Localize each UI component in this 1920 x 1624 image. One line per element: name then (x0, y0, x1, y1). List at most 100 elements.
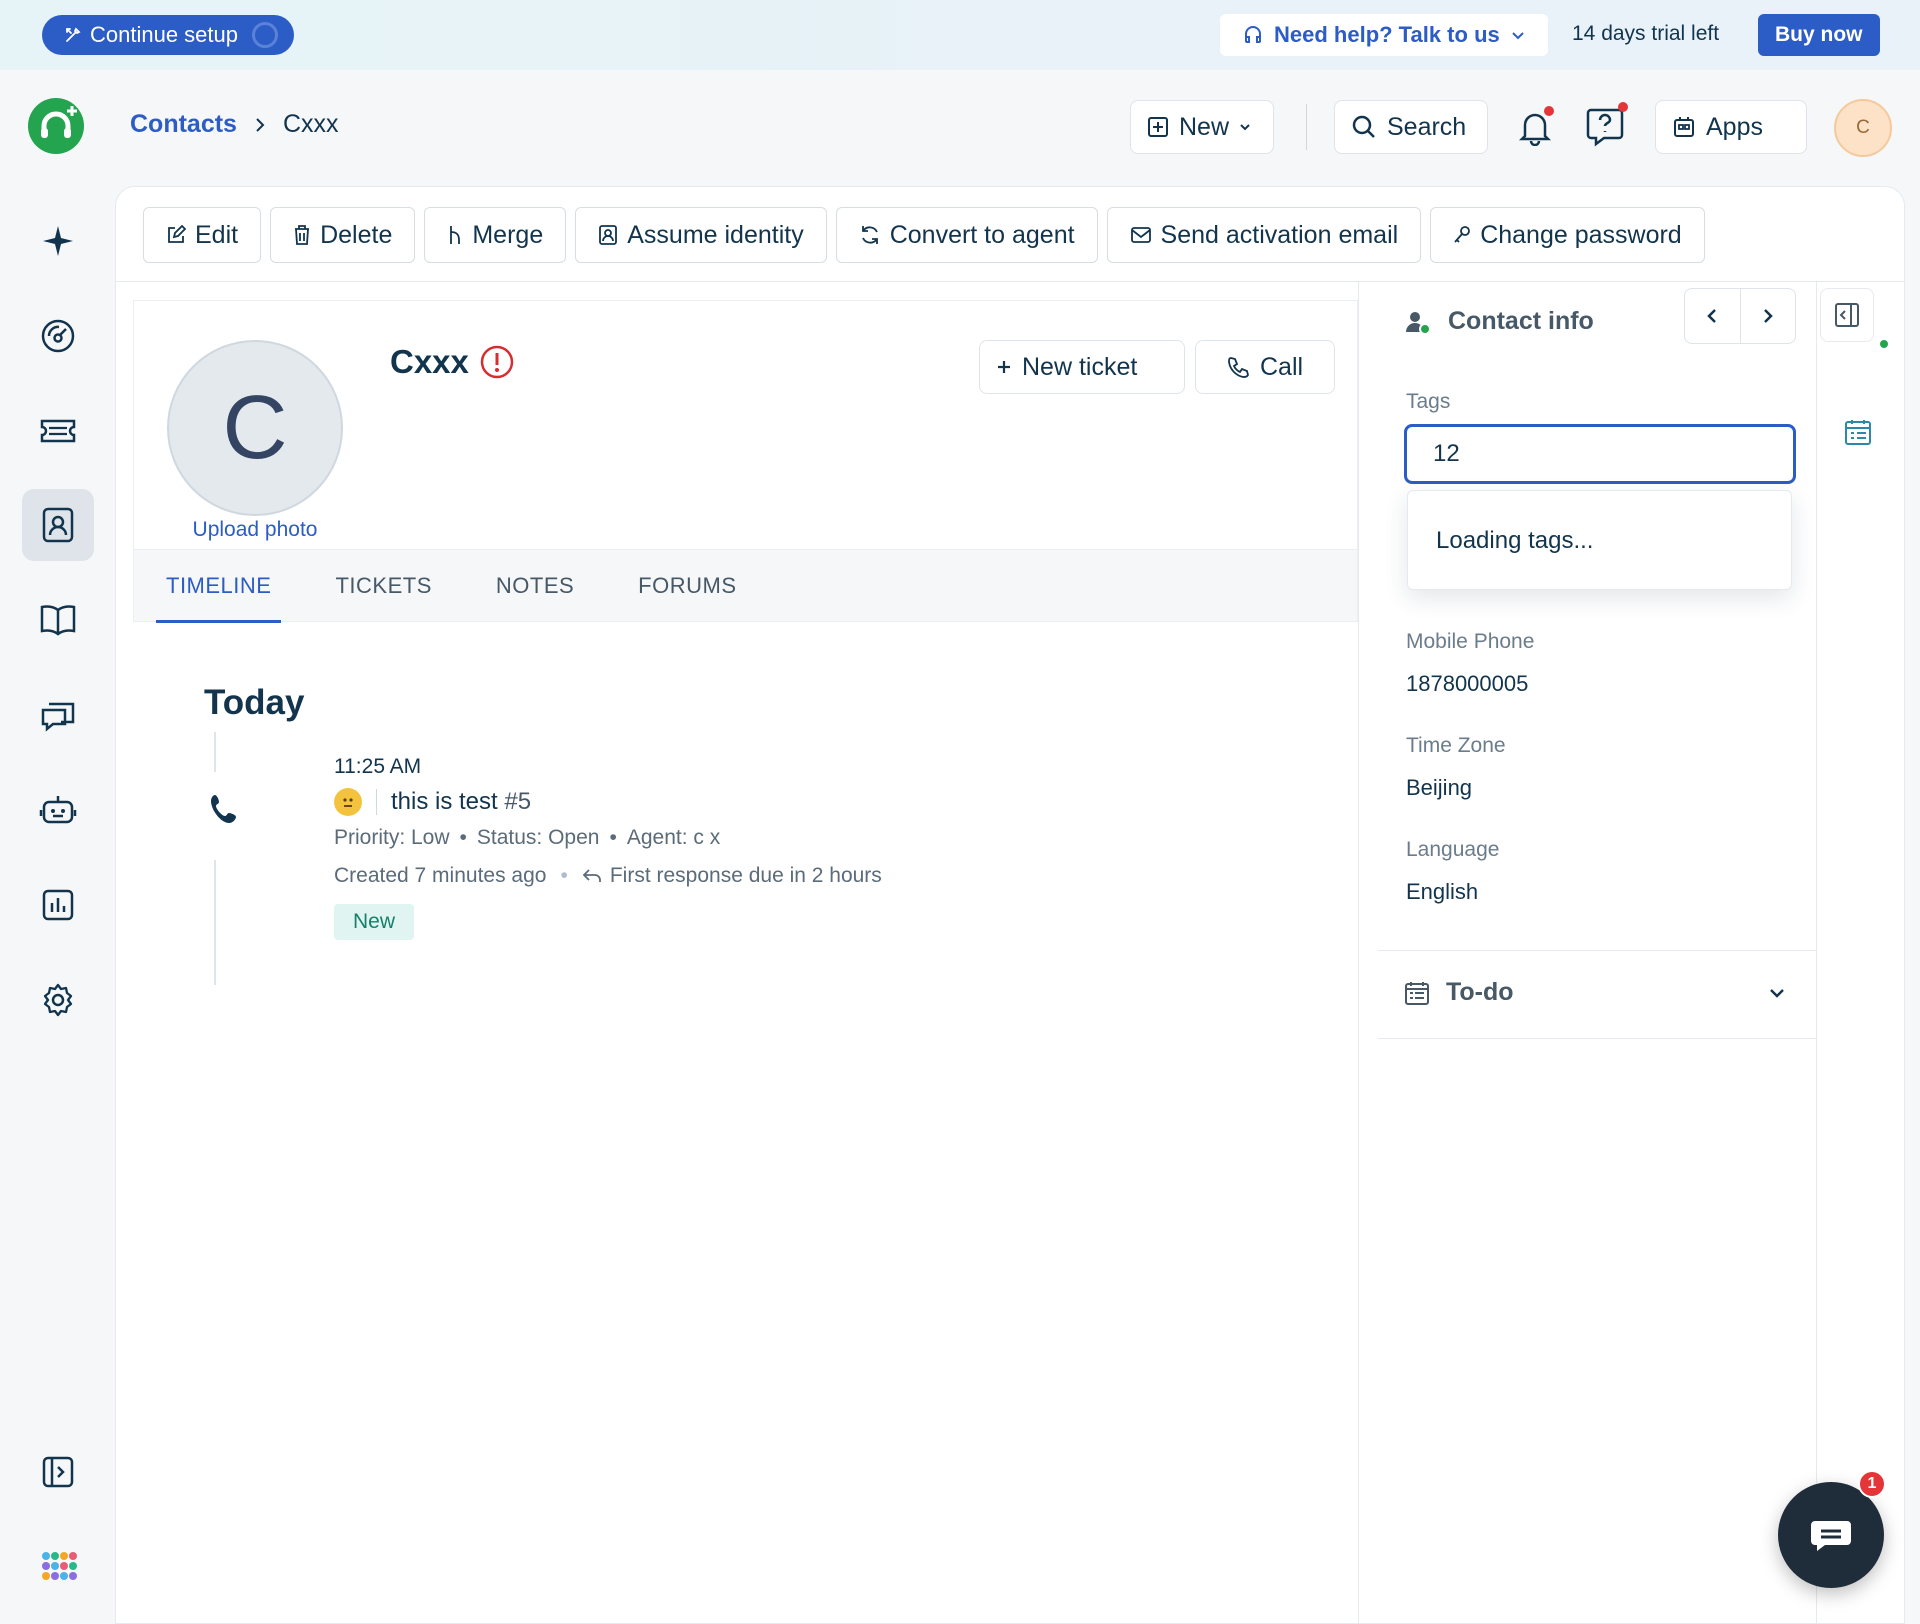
first-response-label: First response due in 2 hours (609, 864, 882, 887)
search-button[interactable]: Search (1334, 100, 1488, 154)
breadcrumb-current: Cxxx (282, 110, 339, 138)
bot-icon (39, 792, 77, 828)
book-icon (39, 603, 77, 637)
time-zone-label: Time Zone (1406, 734, 1506, 757)
ticket-icon (39, 417, 77, 445)
nav-admin-settings[interactable] (22, 964, 94, 1036)
nav-bots[interactable] (22, 774, 94, 846)
user-avatar[interactable]: C (1834, 99, 1892, 157)
app-logo[interactable] (28, 98, 84, 154)
nav-analytics[interactable] (22, 869, 94, 941)
timeline-line (214, 732, 216, 772)
send-activation-email-label: Send activation email (1160, 220, 1399, 249)
identity-icon (598, 224, 618, 246)
bar-chart-icon (41, 888, 75, 922)
delete-button[interactable]: Delete (270, 207, 416, 263)
separator (376, 789, 377, 815)
nav-contacts[interactable] (22, 489, 94, 561)
tags-dropdown: Loading tags... (1407, 490, 1792, 590)
contact-toolbar: Edit Delete Merge Assume identity Conver… (143, 207, 1705, 263)
section-divider (1378, 950, 1816, 951)
mobile-phone-value: 1878000005 (1406, 671, 1529, 696)
plus-square-icon (1147, 116, 1169, 138)
buy-now-button[interactable]: Buy now (1758, 14, 1880, 56)
next-contact-button[interactable] (1741, 289, 1796, 343)
rail-status-dot (1880, 340, 1888, 348)
nav-expand-sidebar[interactable] (22, 1436, 94, 1508)
headset-icon (1242, 24, 1264, 46)
dot-separator: • (560, 864, 568, 887)
collapse-panel-button[interactable] (1820, 288, 1874, 342)
contact-name-heading: Cxxx (390, 343, 515, 381)
convert-to-agent-button[interactable]: Convert to agent (835, 207, 1098, 263)
nav-tickets[interactable] (22, 395, 94, 467)
nav-discussions[interactable] (22, 679, 94, 751)
todo-label: To-do (1446, 978, 1514, 1006)
todo-calendar-icon (1404, 980, 1430, 1006)
app-grid-icon (39, 1549, 77, 1587)
continue-setup-label: Continue setup (90, 22, 238, 47)
new-label: New (1179, 112, 1230, 141)
chat-bubbles-icon (39, 698, 77, 732)
ticket-status-badge: New (334, 904, 415, 940)
ticket-subject-link[interactable]: this is test #5 (391, 788, 531, 816)
key-icon (1453, 225, 1471, 245)
chat-widget-button[interactable] (1778, 1482, 1884, 1588)
upload-photo-link[interactable]: Upload photo (165, 518, 345, 542)
chevron-down-icon[interactable] (1768, 986, 1786, 1000)
edit-button[interactable]: Edit (143, 207, 262, 263)
breadcrumb-contacts-link[interactable]: Contacts (130, 110, 237, 139)
tags-input[interactable] (1404, 424, 1796, 484)
timeline-day-heading: Today (204, 683, 305, 722)
call-button[interactable]: Call (1195, 340, 1335, 394)
alert-icon[interactable] (479, 344, 515, 380)
chevron-down-icon (1239, 121, 1251, 133)
todo-section-header[interactable]: To-do (1404, 978, 1514, 1007)
delete-label: Delete (320, 220, 393, 249)
language-label: Language (1406, 838, 1500, 861)
plus-icon (996, 359, 1012, 375)
help-notification-dot (1618, 102, 1628, 112)
chevron-left-icon (1705, 307, 1719, 325)
edit-icon (166, 225, 186, 245)
apps-button[interactable]: Apps (1655, 100, 1807, 154)
new-ticket-button[interactable]: New ticket (979, 340, 1185, 394)
ticket-agent: Agent: c x (626, 826, 721, 849)
continue-setup-button[interactable]: Continue setup (42, 15, 294, 55)
search-icon (1351, 114, 1377, 140)
mobile-phone-label: Mobile Phone (1406, 630, 1535, 653)
envelope-icon (1130, 226, 1152, 244)
ticket-subject[interactable]: this is test (391, 788, 498, 815)
nav-solutions[interactable] (22, 584, 94, 656)
dot-separator: • (609, 826, 617, 849)
ticket-priority: Priority: Low (334, 826, 450, 849)
refresh-icon (859, 224, 881, 246)
tab-tickets[interactable]: TICKETS (303, 549, 463, 622)
need-help-button[interactable]: Need help? Talk to us (1220, 14, 1548, 56)
tab-notes[interactable]: NOTES (464, 549, 606, 622)
trash-icon (293, 224, 311, 246)
tab-forums[interactable]: FORUMS (606, 549, 768, 622)
ticket-created: Created 7 minutes ago (334, 864, 547, 887)
change-password-button[interactable]: Change password (1430, 207, 1705, 263)
assume-identity-label: Assume identity (627, 220, 804, 249)
previous-contact-button[interactable] (1685, 289, 1741, 343)
notifications-button[interactable] (1508, 100, 1562, 154)
nav-ai-sparkle[interactable] (22, 205, 94, 277)
assume-identity-button[interactable]: Assume identity (575, 207, 827, 263)
new-button[interactable]: New (1130, 100, 1274, 154)
sidebar-expand-icon (41, 1455, 75, 1489)
nav-app-switcher[interactable] (22, 1532, 94, 1604)
merge-button[interactable]: Merge (424, 207, 567, 263)
reply-arrow-icon (582, 868, 602, 884)
tab-timeline[interactable]: TIMELINE (134, 549, 303, 623)
rail-todo-icon[interactable] (1844, 418, 1872, 446)
nav-dashboard[interactable] (22, 300, 94, 372)
send-activation-email-button[interactable]: Send activation email (1106, 207, 1422, 263)
contact-avatar[interactable]: C (167, 340, 343, 516)
help-button[interactable] (1578, 100, 1632, 154)
timeline-item-title: this is test #5 (334, 788, 531, 816)
ticket-created-row: Created 7 minutes ago • First response d… (334, 864, 882, 888)
ticket-status: Status: Open (476, 826, 600, 849)
need-help-label: Need help? Talk to us (1274, 22, 1500, 47)
